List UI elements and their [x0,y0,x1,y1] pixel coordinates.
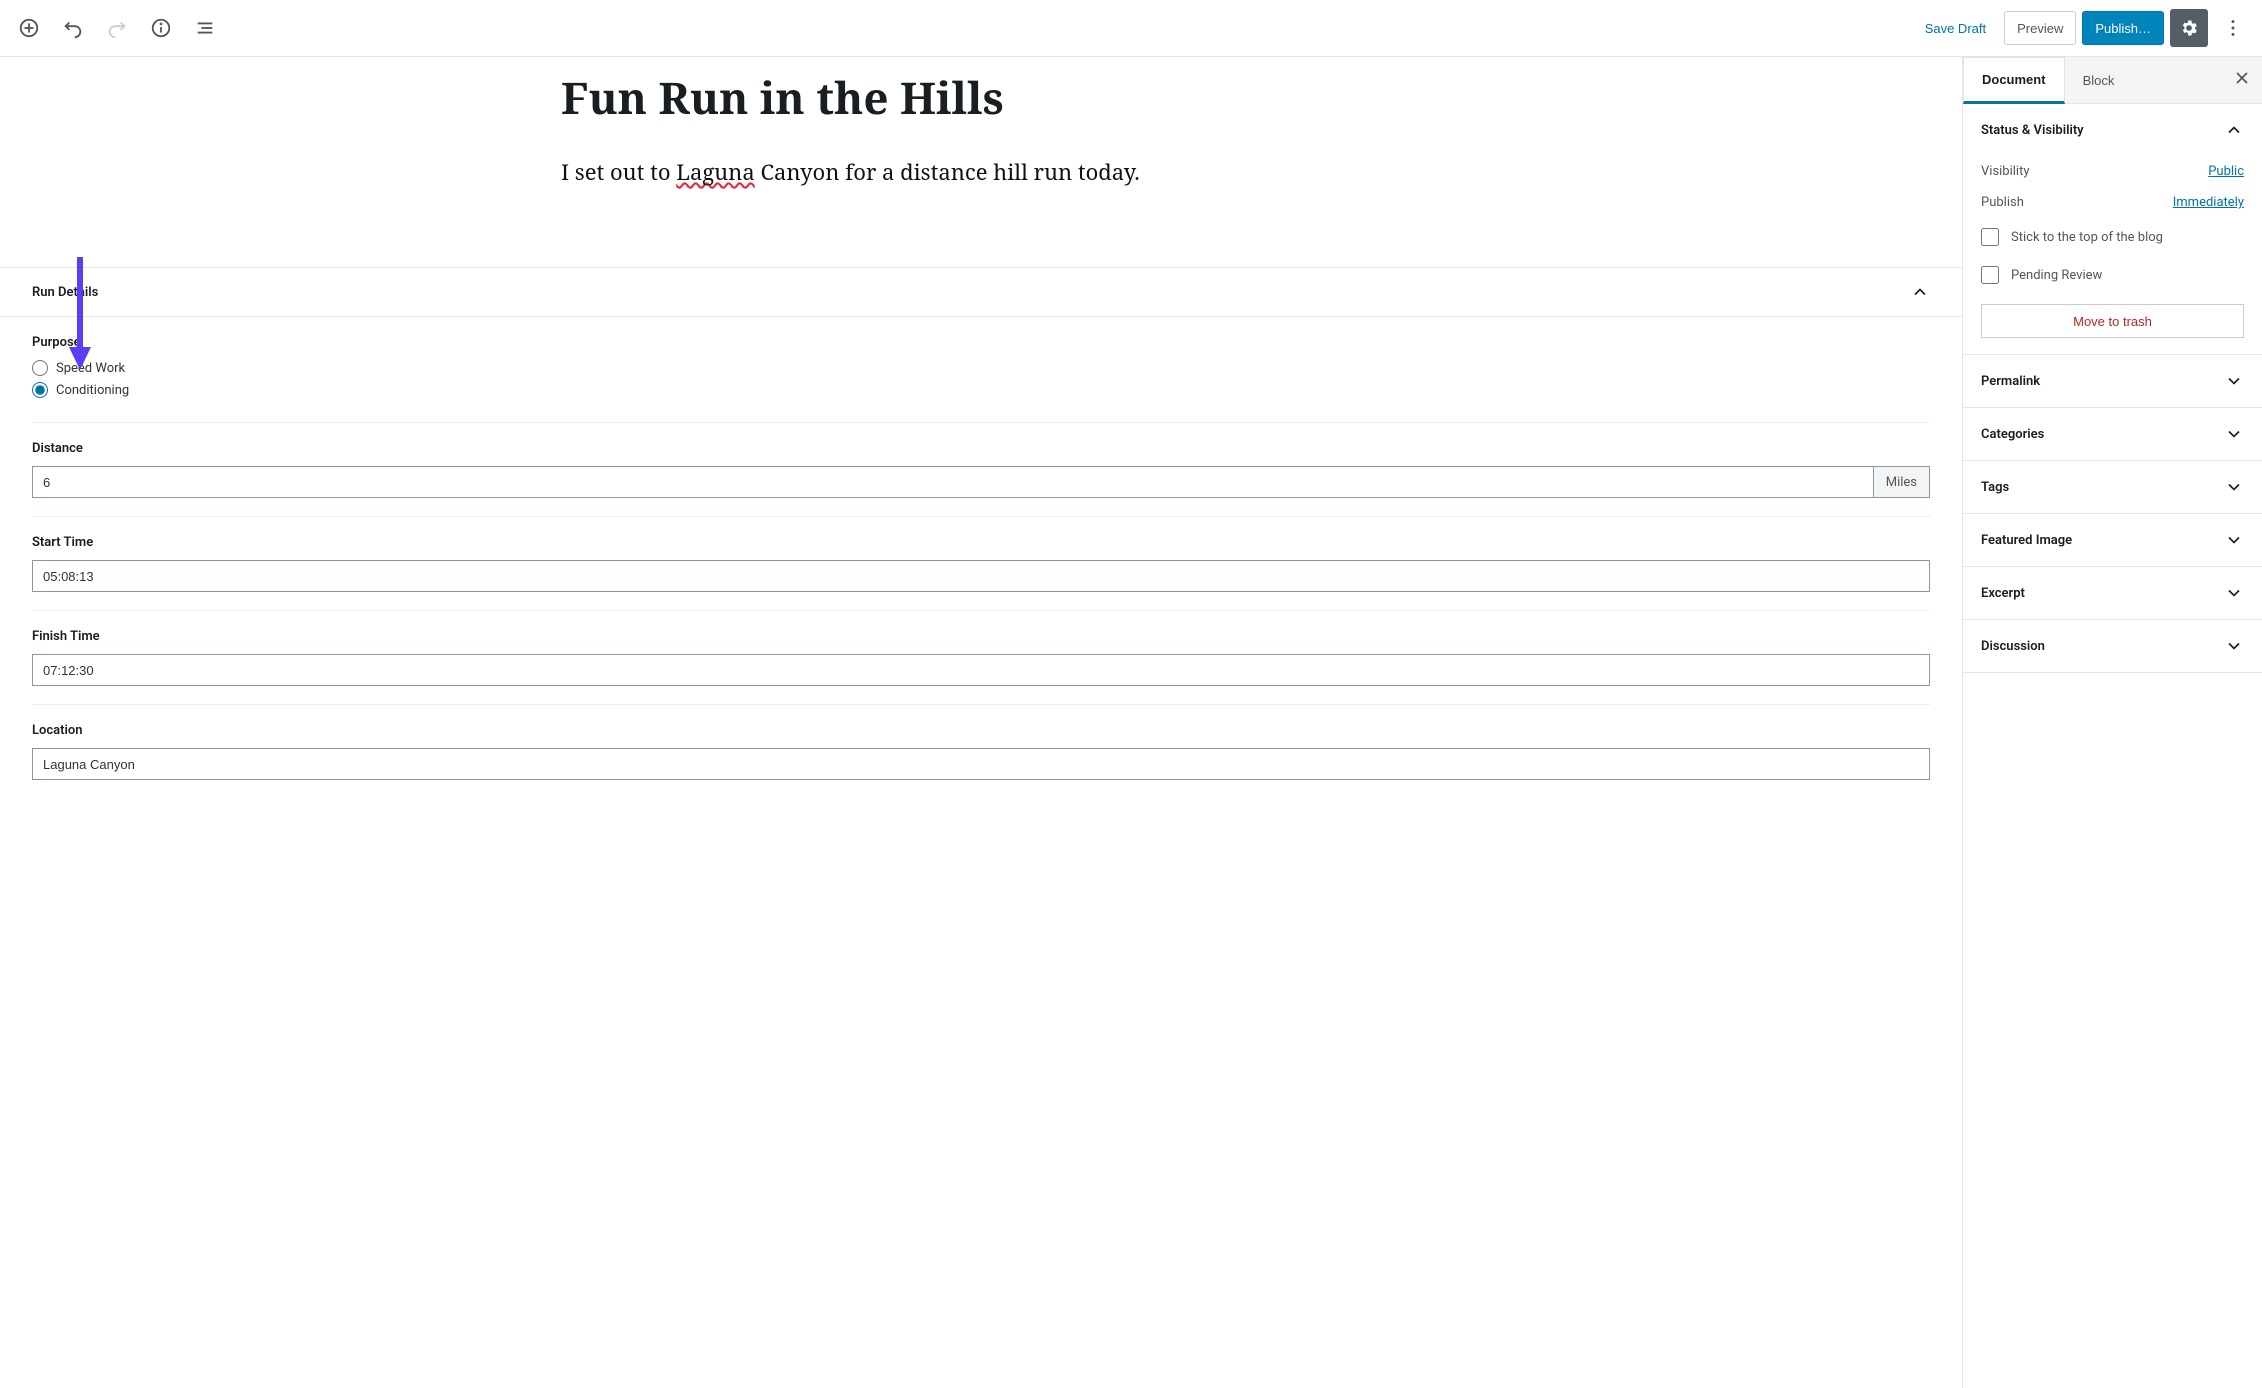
panel-tags-toggle[interactable]: Tags [1963,461,2262,513]
purpose-label: Purpose [32,335,1930,350]
panel-categories: Categories [1963,408,2262,461]
stick-top-label: Stick to the top of the blog [2011,230,2163,245]
editor-toolbar: Save Draft Preview Publish… [0,0,2262,57]
close-sidebar-button[interactable] [2222,60,2262,100]
panel-title: Featured Image [1981,533,2072,548]
content-area: Fun Run in the Hills I set out to Laguna… [541,57,1421,267]
field-distance: Distance Miles [32,423,1930,517]
pending-review-check[interactable]: Pending Review [1981,256,2244,294]
purpose-radio[interactable] [32,360,48,376]
pending-review-checkbox[interactable] [1981,266,1999,284]
toolbar-right: Save Draft Preview Publish… [1913,9,2252,47]
sidebar-tabs: Document Block [1963,57,2262,104]
panel-featured-image: Featured Image [1963,514,2262,567]
location-input[interactable] [32,748,1930,780]
tab-document[interactable]: Document [1963,57,2065,104]
field-start-time: Start Time [32,517,1930,611]
chevron-up-icon [1910,282,1930,302]
start-time-label: Start Time [32,535,1930,550]
save-draft-button[interactable]: Save Draft [1913,11,1998,45]
panel-tags: Tags [1963,461,2262,514]
settings-button[interactable] [2170,9,2208,47]
preview-button[interactable]: Preview [2004,11,2076,45]
visibility-value-link[interactable]: Public [2208,164,2244,179]
stick-top-checkbox[interactable] [1981,228,1999,246]
panel-excerpt: Excerpt [1963,567,2262,620]
block-nav-button[interactable] [186,9,224,47]
field-finish-time: Finish Time [32,611,1930,705]
workspace: Fun Run in the Hills I set out to Laguna… [0,57,2262,1388]
move-to-trash-button[interactable]: Move to trash [1981,304,2244,338]
panel-title: Permalink [1981,374,2040,389]
toolbar-left [10,9,224,47]
chevron-down-icon [2224,424,2244,444]
panel-title: Discussion [1981,639,2045,654]
panel-status-visibility: Status & Visibility Visibility Public Pu… [1963,104,2262,355]
stick-top-check[interactable]: Stick to the top of the blog [1981,218,2244,256]
panel-title: Status & Visibility [1981,123,2084,138]
tab-block[interactable]: Block [2065,59,2133,102]
finish-time-label: Finish Time [32,629,1930,644]
visibility-label: Visibility [1981,164,2030,179]
panel-featured-image-toggle[interactable]: Featured Image [1963,514,2262,566]
chevron-down-icon [2224,371,2244,391]
meta-panel-title: Run Details [32,285,98,300]
panel-permalink-toggle[interactable]: Permalink [1963,355,2262,407]
purpose-option-label: Speed Work [56,361,125,376]
start-time-input[interactable] [32,560,1930,592]
status-row-publish: Publish Immediately [1981,187,2244,218]
location-label: Location [32,723,1930,738]
panel-discussion-toggle[interactable]: Discussion [1963,620,2262,672]
editor-column[interactable]: Fun Run in the Hills I set out to Laguna… [0,57,1962,1388]
panel-title: Tags [1981,480,2009,495]
body-misspelled: Laguna [676,157,754,187]
more-menu-button[interactable] [2214,9,2252,47]
publish-value-link[interactable]: Immediately [2173,195,2244,210]
post-body[interactable]: I set out to Laguna Canyon for a distanc… [561,157,1421,267]
add-block-button[interactable] [10,9,48,47]
post-title[interactable]: Fun Run in the Hills [561,67,1421,157]
undo-button[interactable] [54,9,92,47]
panel-categories-toggle[interactable]: Categories [1963,408,2262,460]
distance-input[interactable] [32,466,1874,498]
panel-permalink: Permalink [1963,355,2262,408]
purpose-option-speed-work[interactable]: Speed Work [32,360,1930,376]
chevron-up-icon [2224,120,2244,140]
body-text-after: Canyon for a distance hill run today. [755,157,1140,187]
body-text: I set out to [561,157,676,187]
finish-time-input[interactable] [32,654,1930,686]
meta-panel: Run Details Purpose Speed Work Condition… [0,267,1962,798]
sidebar-scroll[interactable]: Status & Visibility Visibility Public Pu… [1963,104,2262,1388]
distance-label: Distance [32,441,1930,456]
panel-status-toggle[interactable]: Status & Visibility [1963,104,2262,156]
settings-sidebar: Document Block Status & Visibility Visib… [1962,57,2262,1388]
meta-panel-toggle[interactable]: Run Details [0,268,1962,317]
pending-review-label: Pending Review [2011,268,2102,283]
purpose-option-label: Conditioning [56,383,129,398]
field-purpose: Purpose Speed Work Conditioning [32,317,1930,423]
status-row-visibility: Visibility Public [1981,156,2244,187]
chevron-down-icon [2224,530,2244,550]
publish-label: Publish [1981,195,2024,210]
chevron-down-icon [2224,583,2244,603]
panel-discussion: Discussion [1963,620,2262,673]
panel-excerpt-toggle[interactable]: Excerpt [1963,567,2262,619]
distance-unit: Miles [1874,466,1930,498]
purpose-option-conditioning[interactable]: Conditioning [32,382,1930,398]
field-location: Location [32,705,1930,798]
close-icon [2232,68,2252,88]
chevron-down-icon [2224,636,2244,656]
publish-button[interactable]: Publish… [2082,11,2164,45]
panel-title: Categories [1981,427,2044,442]
content-info-button[interactable] [142,9,180,47]
chevron-down-icon [2224,477,2244,497]
redo-button[interactable] [98,9,136,47]
panel-title: Excerpt [1981,586,2025,601]
purpose-radio[interactable] [32,382,48,398]
